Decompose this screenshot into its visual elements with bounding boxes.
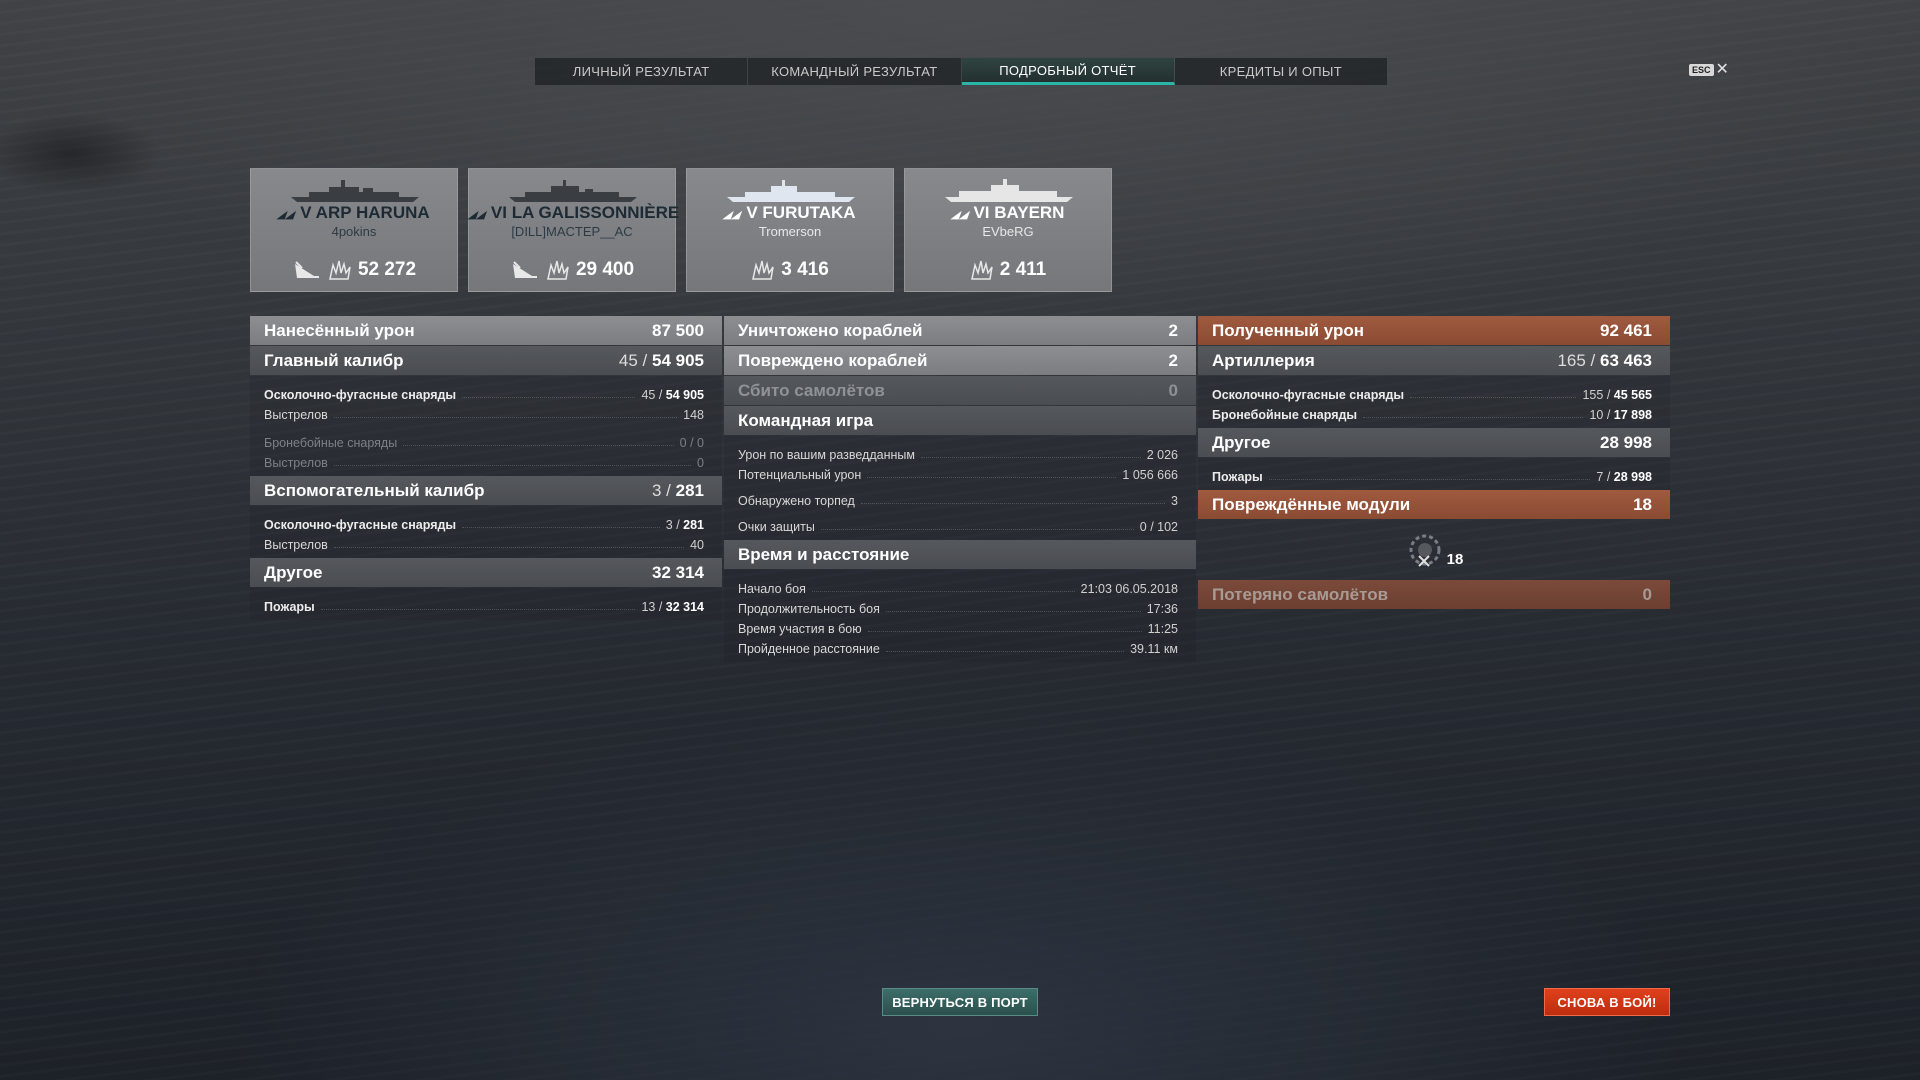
ship-name: ◢◢ V FURUTAKA [722, 203, 856, 222]
ship-cards: ◢◢ V ARP HARUNA 4pokins 52 272 ◢◢ VI LA GA… [250, 168, 1112, 292]
player-name: EVbeRG [982, 224, 1034, 239]
damage-dealt-header: Нанесённый урон 87 500 [250, 316, 722, 345]
secondary-battery-header: Вспомогательный калибр 3 / 281 [250, 476, 722, 505]
torpedo-hit-icon [512, 261, 537, 278]
ship-card[interactable]: ◢◢ VI BAYERN EVbeRG 2 411 [904, 168, 1112, 292]
stat-row: Бронебойные снаряды 0 / 0 [264, 436, 704, 450]
stat-row: Продолжительность боя 17:36 [738, 602, 1178, 616]
stat-row: Время участия в бою 11:25 [738, 622, 1178, 636]
player-name: 4pokins [331, 224, 377, 239]
return-to-port-button[interactable]: ВЕРНУТЬСЯ В ПОРТ [882, 988, 1038, 1016]
player-name: Tromerson [758, 224, 822, 239]
stat-row: Пожары 13 / 32 314 [264, 600, 704, 614]
cruiser-silhouette-icon [727, 180, 855, 202]
ship-damage: 3 416 [781, 259, 829, 280]
ship-card[interactable]: ◢◢ VI LA GALISSONNIÈRE [DILL]MACTEP__AC 2… [466, 168, 680, 292]
tab-personal-result[interactable]: ЛИЧНЫЙ РЕЗУЛЬТАТ [535, 58, 749, 85]
tab-team-result[interactable]: КОМАНДНЫЙ РЕЗУЛЬТАТ [748, 58, 962, 85]
main-battery-rows: Осколочно-фугасные снаряды 45 / 54 905 В… [250, 376, 722, 476]
esc-key-badge: ESC [1689, 64, 1714, 76]
stat-row: Начало боя 21:03 06.05.2018 [738, 582, 1178, 596]
received-other-rows: Пожары 7 / 28 998 [1198, 458, 1670, 490]
ship-name: ◢◢ VI LA GALISSONNIÈRE [466, 203, 680, 222]
torpedo-hit-icon [294, 261, 319, 278]
tab-detailed-report[interactable]: ПОДРОБНЫЙ ОТЧЁТ [961, 58, 1175, 85]
tab-credits-exp[interactable]: КРЕДИТЫ И ОПЫТ [1175, 58, 1387, 85]
stat-row: Обнаружено торпед 3 [738, 494, 1178, 508]
artillery-rows: Осколочно-фугасные снаряды 155 / 45 565 … [1198, 376, 1670, 428]
stat-row: Урон по вашим разведданным 2 026 [738, 448, 1178, 462]
damage-dealt-column: Нанесённый урон 87 500 Главный калибр 45 … [250, 316, 722, 620]
time-distance-header: Время и расстояние [724, 540, 1196, 569]
planes-shot-down-header: Сбито самолётов 0 [724, 376, 1196, 405]
ship-name: ◢◢ V ARP HARUNA [275, 203, 430, 222]
stat-row: Пожары 7 / 28 998 [1212, 470, 1652, 484]
stat-row: Выстрелов 0 [264, 456, 704, 470]
damage-received-column: Полученный урон 92 461 Артиллерия 165 / 6… [1198, 316, 1670, 610]
planes-lost-header: Потеряно самолётов 0 [1198, 580, 1670, 609]
dealt-other-header: Другое 32 314 [250, 558, 722, 587]
team-play-header: Командная игра [724, 406, 1196, 435]
stat-row: Очки защиты 0 / 102 [738, 520, 1178, 534]
close-icon[interactable]: ✕ [1716, 62, 1729, 78]
battleship-silhouette-icon [945, 179, 1073, 202]
stat-row: Потенциальный урон 1 056 666 [738, 468, 1178, 482]
close-button[interactable]: ESC ✕ [1689, 62, 1729, 78]
damaged-modules-header: Повреждённые модули 18 [1198, 490, 1670, 519]
stat-row: Осколочно-фугасные снаряды 155 / 45 565 [1212, 388, 1652, 402]
ship-damage: 29 400 [575, 259, 635, 280]
result-tabs: ЛИЧНЫЙ РЕЗУЛЬТАТ КОМАНДНЫЙ РЕЗУЛЬТАТ ПОД… [534, 57, 1388, 86]
stat-row: Бронебойные снаряды 10 / 17 898 [1212, 408, 1652, 422]
player-name: [DILL]MACTEP__AC [511, 224, 633, 239]
time-distance-rows: Начало боя 21:03 06.05.2018 Продолжительн… [724, 570, 1196, 662]
dealt-other-rows: Пожары 13 / 32 314 [250, 588, 722, 620]
damage-splash-icon [970, 260, 993, 280]
stat-row: Выстрелов 148 [264, 408, 704, 422]
damage-received-header: Полученный урон 92 461 [1198, 316, 1670, 345]
damaged-modules-area: 18 [1198, 520, 1670, 580]
stat-row: Осколочно-фугасные снаряды 45 / 54 905 [264, 388, 704, 402]
damaged-module-icon[interactable] [1405, 530, 1445, 570]
ship-card[interactable]: ◢◢ V FURUTAKA Tromerson 3 416 [686, 168, 894, 292]
secondary-battery-rows: Осколочно-фугасные снаряды 3 / 281 Выстр… [250, 506, 722, 558]
ship-card[interactable]: ◢◢ V ARP HARUNA 4pokins 52 272 [250, 168, 458, 292]
ship-damage: 2 411 [999, 259, 1047, 280]
main-battery-header: Главный калибр 45 / 54 905 [250, 346, 722, 375]
artillery-header: Артиллерия 165 / 63 463 [1198, 346, 1670, 375]
stat-row: Осколочно-фугасные снаряды 3 / 281 [264, 518, 704, 532]
ships-damaged-header: Повреждено кораблей 2 [724, 346, 1196, 375]
ship-damage: 52 272 [357, 259, 417, 280]
team-play-rows: Урон по вашим разведданным 2 026 Потенциа… [724, 436, 1196, 540]
combat-stats-column: Уничтожено кораблей 2 Повреждено кораблей… [724, 316, 1196, 662]
damage-splash-icon [752, 260, 774, 280]
cruiser-silhouette-icon [509, 180, 637, 202]
battle-again-button[interactable]: СНОВА В БОЙ! [1544, 988, 1670, 1016]
stat-row: Выстрелов 40 [264, 538, 704, 552]
damage-splash-icon [329, 260, 351, 280]
stat-row: Пройденное расстояние 39.11 км [738, 642, 1178, 656]
ships-destroyed-header: Уничтожено кораблей 2 [724, 316, 1196, 345]
received-other-header: Другое 28 998 [1198, 428, 1670, 457]
distant-island [0, 100, 180, 190]
module-count: 18 [1446, 550, 1464, 568]
ship-name: ◢◢ VI BAYERN [949, 203, 1065, 222]
damage-splash-icon [547, 260, 569, 280]
battleship-silhouette-icon [291, 180, 419, 202]
